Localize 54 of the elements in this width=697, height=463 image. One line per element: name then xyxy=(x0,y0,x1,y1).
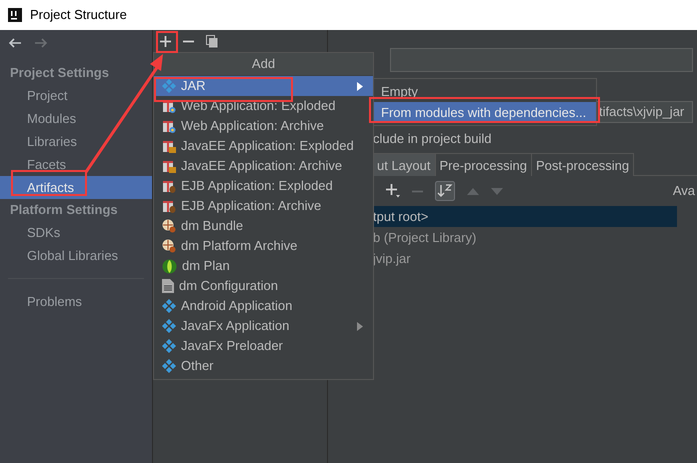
menu-item[interactable]: JavaFx Application xyxy=(154,316,373,336)
tab[interactable]: Pre-processing xyxy=(436,153,532,176)
gift-box-icon xyxy=(162,99,176,113)
app-logo-icon xyxy=(8,8,22,22)
tab[interactable]: ut Layout xyxy=(373,153,436,176)
sort-icon[interactable] xyxy=(435,181,455,201)
section-heading: Project Settings xyxy=(9,64,110,82)
section-heading: Platform Settings xyxy=(9,201,119,219)
menu-item[interactable]: From modules with dependencies... xyxy=(374,102,596,123)
add-icon[interactable] xyxy=(160,36,171,47)
sidebar-item[interactable]: Modules xyxy=(0,107,152,130)
diamond-icon xyxy=(162,79,176,93)
diamond-icon xyxy=(162,319,176,333)
gift-box-icon xyxy=(162,119,176,133)
gift-box-icon xyxy=(162,179,176,193)
menu-item[interactable]: Other xyxy=(154,356,373,376)
bundle-icon xyxy=(162,239,176,253)
gift-box-icon xyxy=(162,199,176,213)
menu-item[interactable]: Android Application xyxy=(154,296,373,316)
menu-item[interactable]: Empty xyxy=(374,81,596,102)
copy-icon[interactable] xyxy=(206,35,218,48)
menu-item[interactable]: JAR xyxy=(154,76,373,96)
menu-item[interactable]: JavaFx Preloader xyxy=(154,336,373,356)
available-elements-label: Ava xyxy=(672,182,695,200)
tab[interactable]: Post-processing xyxy=(532,153,634,176)
globe-icon xyxy=(162,258,177,274)
sidebar-item[interactable]: Libraries xyxy=(0,130,152,153)
sidebar-item[interactable]: Artifacts xyxy=(0,176,152,199)
menu-item[interactable]: EJB Application: Exploded xyxy=(154,176,373,196)
highlight-frame xyxy=(156,31,178,53)
sidebar-item[interactable]: Project xyxy=(0,84,152,107)
menu-item[interactable]: Web Application: Archive xyxy=(154,116,373,136)
name-field[interactable] xyxy=(390,48,693,72)
sidebar-item[interactable]: Facets xyxy=(0,153,152,176)
menu-item[interactable]: dm Platform Archive xyxy=(154,236,373,256)
menu-title: Add xyxy=(154,53,373,75)
back-arrow-icon[interactable] xyxy=(8,38,22,48)
window-title: Project Structure xyxy=(30,6,127,24)
diamond-icon xyxy=(162,299,176,313)
bundle-icon xyxy=(162,219,176,233)
sidebar-item[interactable]: Global Libraries xyxy=(0,244,152,267)
menu-item[interactable]: dm Configuration xyxy=(154,276,373,296)
diamond-icon xyxy=(162,359,176,373)
include-in-build-label: clude in project build xyxy=(373,130,492,148)
add-icon[interactable] xyxy=(386,184,400,198)
menu-item[interactable]: JavaEE Application: Exploded xyxy=(154,136,373,156)
diamond-icon xyxy=(162,339,176,353)
menu-item[interactable]: JavaEE Application: Archive xyxy=(154,156,373,176)
sidebar-item[interactable]: Problems xyxy=(0,290,152,313)
menu-item[interactable]: dm Plan xyxy=(154,256,373,276)
gift-box-icon xyxy=(162,159,176,173)
sidebar-item[interactable]: SDKs xyxy=(0,221,152,244)
gift-box-icon xyxy=(162,139,176,153)
file-icon xyxy=(162,279,174,293)
